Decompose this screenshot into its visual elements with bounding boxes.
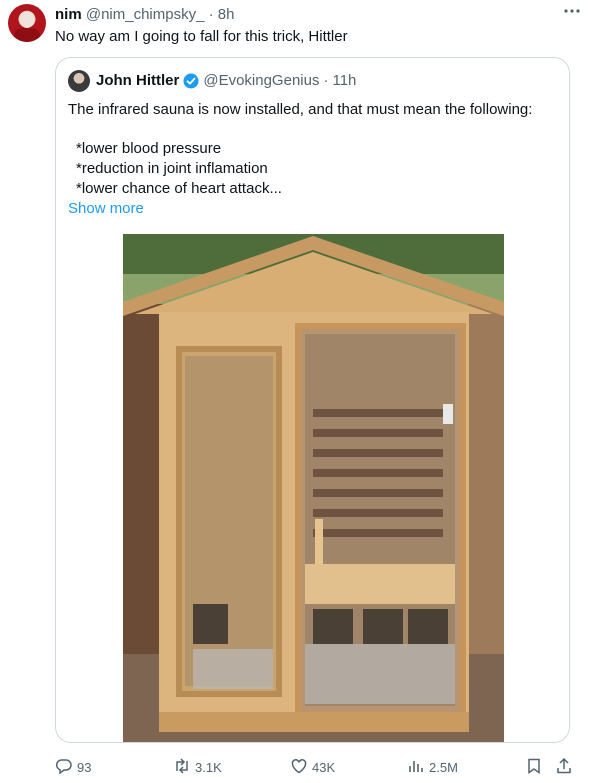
retweet-button[interactable]: 3.1K [173,757,222,778]
sauna-photo[interactable] [123,234,504,742]
retweet-count: 3.1K [195,760,222,775]
tweet-header: nim @nim_chimpsky_ · 8h [55,6,234,24]
retweet-icon [173,757,191,778]
reply-count: 93 [77,760,92,775]
bookmark-button[interactable] [525,757,543,778]
author-avatar[interactable] [8,4,46,42]
quoted-time[interactable]: 11h [332,71,356,91]
bullet-item: *reduction in joint inflamation [76,160,268,177]
views-icon [407,757,425,778]
quoted-text: The infrared sauna is now installed, and… [68,101,533,118]
quoted-author-name[interactable]: John Hittler [96,71,179,91]
more-icon[interactable] [563,2,581,25]
bookmark-icon [525,757,543,778]
bullet-item: *lower chance of heart attack... [76,180,282,197]
share-button[interactable] [555,757,573,778]
show-more-link[interactable]: Show more [68,199,144,219]
verified-badge-icon [183,73,199,89]
tweet-time[interactable]: 8h [218,6,235,23]
share-icon [555,757,573,778]
reply-icon [55,757,73,778]
author-handle[interactable]: @nim_chimpsky_ [86,6,205,23]
action-bar: 93 3.1K 43K 2.5M [55,757,585,777]
quoted-author-handle[interactable]: @EvokingGenius [203,71,319,91]
bullet-item: *lower blood pressure [76,140,222,157]
tweet-text: No way am I going to fall for this trick… [55,28,348,45]
reply-button[interactable]: 93 [55,757,91,778]
quoted-header: John Hittler @EvokingGenius · 11h [96,71,356,91]
quoted-tweet[interactable]: John Hittler @EvokingGenius · 11h The in… [55,57,570,743]
quoted-separator: · [323,72,329,89]
like-count: 43K [312,760,336,775]
separator-dot: · [208,6,214,23]
views-count: 2.5M [429,760,458,775]
quoted-author-avatar[interactable] [68,70,90,92]
heart-icon [290,757,308,778]
views-button[interactable]: 2.5M [407,757,458,778]
like-button[interactable]: 43K [290,757,335,778]
author-name[interactable]: nim [55,6,82,23]
